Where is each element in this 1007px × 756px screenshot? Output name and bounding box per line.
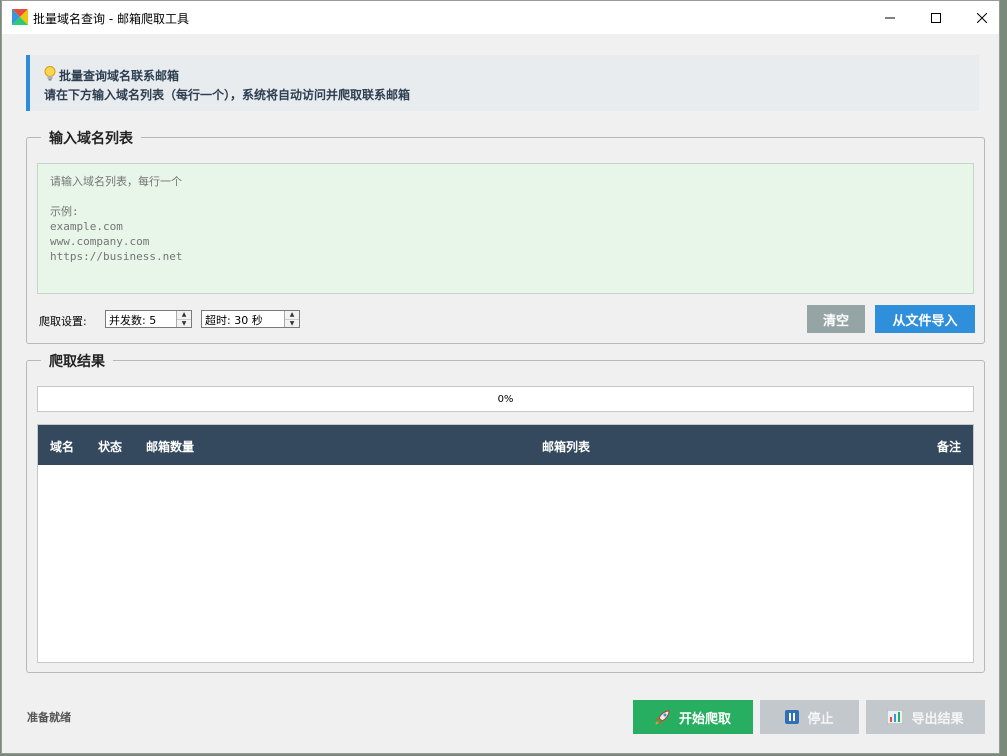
concurrency-spinbox[interactable]: 并发数: 5 ▲ ▼: [105, 310, 192, 328]
banner-description: 请在下方输入域名列表（每行一个），系统将自动访问并爬取联系邮箱: [44, 88, 411, 102]
export-results-label: 导出结果: [911, 711, 964, 727]
progress-text: 0%: [497, 393, 514, 405]
column-header-notes[interactable]: 备注: [937, 438, 961, 455]
domain-input-group-title: 输入域名列表: [41, 128, 141, 148]
column-header-domain[interactable]: 域名: [50, 438, 74, 455]
close-icon: [977, 12, 987, 23]
close-button[interactable]: [959, 1, 1005, 34]
timeout-spinbox[interactable]: 超时: 30 秒 ▲ ▼: [201, 310, 300, 328]
status-text: 准备就绪: [27, 711, 71, 724]
start-crawl-button[interactable]: 开始爬取: [633, 700, 753, 734]
column-header-email-list[interactable]: 邮箱列表: [542, 438, 590, 455]
title-bar: 批量域名查询 - 邮箱爬取工具: [2, 1, 999, 34]
results-group-title: 爬取结果: [41, 351, 113, 371]
table-header: 域名 状态 邮箱数量 邮箱列表 备注: [38, 425, 973, 465]
spin-up-icon[interactable]: ▲: [177, 311, 191, 319]
banner-title: 批量查询域名联系邮箱: [59, 68, 180, 83]
concurrency-value: 并发数: 5: [109, 314, 157, 327]
column-header-email-count[interactable]: 邮箱数量: [146, 438, 194, 455]
crawl-settings-label: 爬取设置:: [39, 315, 87, 328]
window-title: 批量域名查询 - 邮箱爬取工具: [33, 12, 189, 26]
column-header-status[interactable]: 状态: [98, 438, 122, 455]
spin-down-icon[interactable]: ▼: [285, 318, 299, 327]
results-table[interactable]: 域名 状态 邮箱数量 邮箱列表 备注: [37, 424, 974, 663]
lightbulb-icon: [44, 66, 56, 84]
spin-down-icon[interactable]: ▼: [177, 318, 191, 327]
domain-list-input[interactable]: [37, 163, 974, 294]
import-from-file-button[interactable]: 从文件导入: [875, 305, 975, 333]
start-crawl-label: 开始爬取: [678, 711, 731, 727]
maximize-icon: [931, 12, 941, 23]
minimize-icon: [885, 17, 895, 18]
bar-chart-icon: [887, 710, 904, 724]
maximize-button[interactable]: [913, 1, 959, 34]
timeout-value: 超时: 30 秒: [205, 314, 263, 327]
pause-icon: [785, 710, 800, 724]
rocket-icon: [655, 709, 671, 725]
export-results-button[interactable]: 导出结果: [866, 700, 985, 734]
spin-up-icon[interactable]: ▲: [285, 311, 299, 319]
clear-button[interactable]: 清空: [807, 305, 865, 333]
info-banner: 批量查询域名联系邮箱 请在下方输入域名列表（每行一个），系统将自动访问并爬取联系…: [26, 55, 979, 111]
stop-label: 停止: [807, 711, 834, 727]
app-window: 批量域名查询 - 邮箱爬取工具 批量查询域名联系邮箱 请在下方输入域名列表（每行…: [1, 0, 1000, 754]
app-logo-icon: [12, 9, 28, 25]
progress-bar: 0%: [37, 386, 974, 412]
results-group: 爬取结果 0% 域名 状态 邮箱数量 邮箱列表 备注: [26, 351, 985, 673]
stop-button[interactable]: 停止: [760, 700, 859, 734]
minimize-button[interactable]: [867, 1, 913, 34]
domain-input-group: 输入域名列表 爬取设置: 并发数: 5 ▲ ▼ 超时: 30 秒 ▲ ▼ 清空 …: [26, 128, 985, 344]
